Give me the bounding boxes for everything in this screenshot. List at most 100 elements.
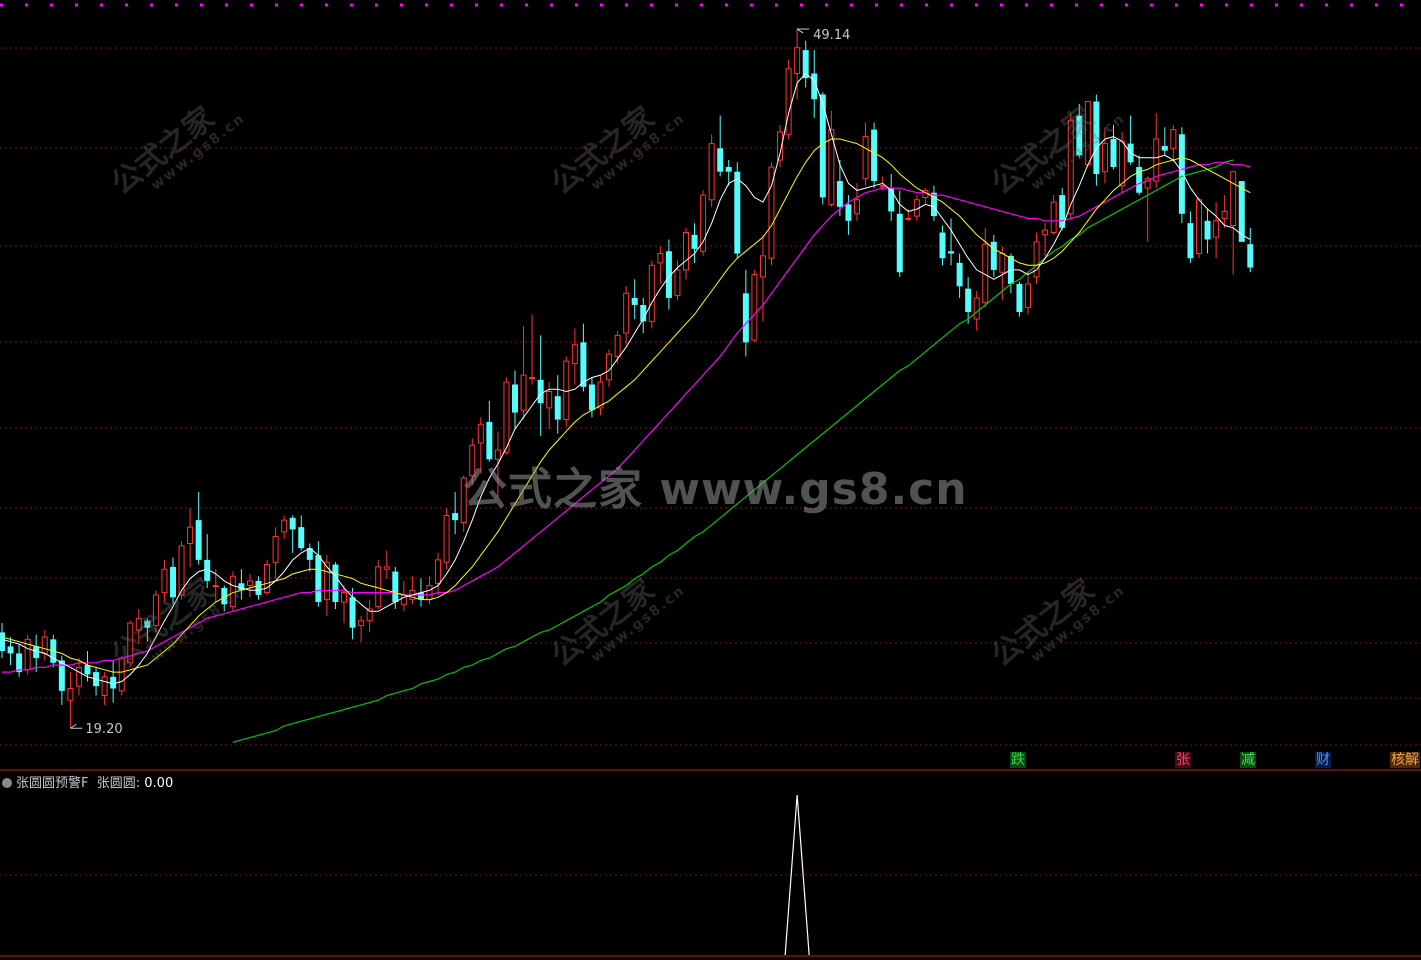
candle-body-up <box>161 568 168 594</box>
candle-body-up <box>383 566 390 570</box>
candle-body-up <box>1196 199 1202 255</box>
candle-body-up <box>443 514 450 563</box>
candle-body-down <box>725 167 732 172</box>
candle-body-down <box>1161 145 1168 151</box>
ma-line-white <box>1 72 1251 685</box>
candle-body-down <box>84 665 91 675</box>
candle-body-up <box>503 381 510 453</box>
candle-body-up <box>152 594 159 626</box>
indicator-name: 张圆圆预警F <box>16 776 89 791</box>
candle-body-up <box>1033 241 1040 278</box>
signal-label: 核解 <box>1390 752 1420 768</box>
indicator-value: 0.00 <box>144 776 174 791</box>
candle-body-up <box>546 391 553 409</box>
candle-body-down <box>631 297 638 305</box>
candle-body-up <box>375 566 382 608</box>
candle-body-down <box>888 188 895 212</box>
candle-body-down <box>1093 101 1100 175</box>
candle-body-down <box>537 379 544 404</box>
candle-body-down <box>1187 223 1194 259</box>
candle-body-up <box>187 526 194 545</box>
candle-body-up <box>281 519 288 533</box>
high-marker-arrow <box>796 28 810 34</box>
candle-body-up <box>759 255 766 278</box>
candle-body-down <box>255 580 262 595</box>
candle-body-down <box>1204 220 1211 240</box>
candle-body-up <box>75 666 82 687</box>
signal-label: 减 <box>1240 752 1256 768</box>
candle-body-down <box>948 251 955 254</box>
candle-body-down <box>965 288 972 312</box>
candle-body-up <box>700 194 707 252</box>
candle-body-up <box>67 687 74 701</box>
candle-body-up <box>118 657 125 692</box>
candle-body-down <box>896 213 903 273</box>
low-price-label: 19.20 <box>85 722 122 737</box>
candle-body-up <box>1221 210 1228 219</box>
candle-body-down <box>332 564 339 602</box>
candle-body-down <box>1247 244 1254 268</box>
candle-body-down <box>580 342 587 387</box>
candle-body-up <box>520 374 527 411</box>
candle-body-up <box>1230 171 1237 226</box>
candle-body-up <box>708 143 715 201</box>
candle-body-down <box>512 384 518 413</box>
candle-body-up <box>606 353 613 381</box>
candle-body-down <box>717 148 724 172</box>
candle-body-down <box>554 396 561 420</box>
candle-body-up <box>426 585 433 601</box>
candle-body-up <box>1042 229 1049 236</box>
candle-body-up <box>563 360 570 421</box>
candle-body-down <box>1110 138 1117 168</box>
indicator-toggle-icon[interactable] <box>2 778 12 788</box>
candle-body-up <box>358 620 365 626</box>
candle-body-up <box>1025 283 1031 308</box>
candle-body-down <box>289 517 296 530</box>
candle-body-down <box>0 632 5 652</box>
candle-body-up <box>212 585 219 588</box>
candle-body-down <box>939 232 946 259</box>
candle-body-up <box>1170 129 1177 149</box>
candle-body-up <box>494 449 501 460</box>
candle-body-down <box>315 555 322 602</box>
stock-chart: 49.14 19.20 公式之家 www.gs8.cn 公式之家 www.gs8.cn… <box>0 0 1421 960</box>
candle-body-up <box>794 47 801 74</box>
candle-body-up <box>657 253 664 264</box>
candle-body-up <box>341 592 347 603</box>
candle-body-up <box>973 297 980 320</box>
high-price-label: 49.14 <box>813 28 850 43</box>
candle-body-down <box>33 646 40 659</box>
candle-body-down <box>1016 283 1023 312</box>
candle-body-down <box>349 597 356 628</box>
candle-body-up <box>435 559 442 584</box>
candle-body-down <box>392 571 399 602</box>
candle-body-down <box>836 181 843 207</box>
candle-body-up <box>683 231 689 271</box>
candle-body-up <box>854 199 860 215</box>
candle-body-up <box>1119 140 1126 187</box>
candle-body-up <box>1213 220 1220 238</box>
candle-body-up <box>529 376 536 379</box>
candle-body-down <box>170 566 176 598</box>
candle-body-down <box>588 384 595 411</box>
candle-body-up <box>135 617 142 631</box>
candle-body-down <box>956 262 963 287</box>
candle-body-down <box>298 527 305 549</box>
candle-body-down <box>734 171 741 254</box>
candle-body-down <box>452 513 459 521</box>
candle-body-up <box>879 185 886 188</box>
candle-body-up <box>1084 101 1091 166</box>
candle-body-up <box>323 561 330 601</box>
candle-body-up <box>246 580 253 587</box>
candle-body-down <box>1076 115 1083 156</box>
candle-body-up <box>623 292 630 334</box>
candle-body-up <box>469 444 476 477</box>
candle-body-up <box>751 274 758 341</box>
candle-body-up <box>862 136 869 180</box>
ma-line-green <box>232 159 1234 743</box>
candle-body-up <box>272 535 279 563</box>
candle-body-down <box>144 620 151 628</box>
candle-body-up <box>614 334 621 357</box>
candle-body-up <box>571 344 578 364</box>
candle-body-up <box>477 423 484 444</box>
